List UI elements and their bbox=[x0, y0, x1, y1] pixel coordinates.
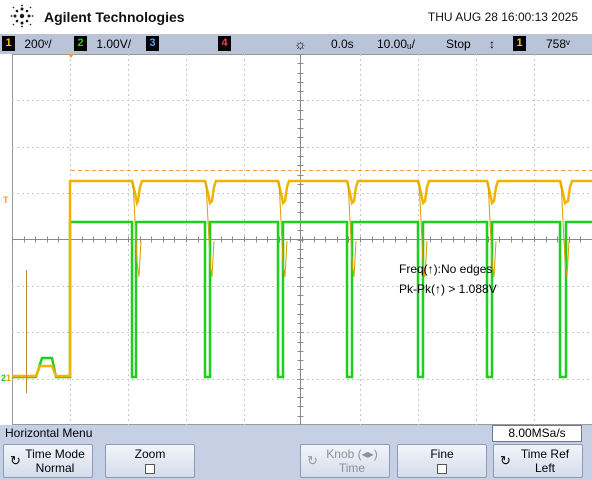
waveform-area: T 2 1 Freq(↑):No edges Pk-Pk(↑) > 1.088V bbox=[1, 54, 592, 426]
trigger-position-marker bbox=[68, 54, 74, 58]
menu-title-bar: Horizontal Menu 8.00MSa/s bbox=[0, 425, 592, 442]
trigger-slope-icon: ↕ bbox=[489, 37, 495, 51]
ch1-number: 1 bbox=[2, 36, 15, 51]
datetime: THU AUG 28 16:00:13 2025 bbox=[427, 10, 578, 24]
delay-sun-icon: ☼ bbox=[294, 36, 307, 52]
knob-softkey[interactable]: ↻ Knob (◂▸) Time bbox=[300, 444, 390, 478]
measurement-pkpk: Pk-Pk(↑) > 1.088V bbox=[399, 282, 497, 296]
ch1-scale: 200ᵛ/ bbox=[24, 37, 52, 51]
run-state[interactable]: Stop bbox=[446, 36, 471, 52]
ch4-number: 4 bbox=[218, 36, 231, 51]
time-ref-value: Left bbox=[534, 461, 555, 475]
ch1-waveform bbox=[12, 179, 592, 378]
brand-name: Agilent Technologies bbox=[44, 9, 185, 25]
ch2-scale: 1.00V/ bbox=[96, 37, 132, 51]
agilent-logo-icon bbox=[10, 4, 34, 28]
knob-label: Knob (◂▸) bbox=[326, 447, 378, 461]
ch2-status[interactable]: 2 1.00V/ bbox=[74, 36, 131, 52]
sample-rate: 8.00MSa/s bbox=[492, 425, 582, 442]
knob-value: Time bbox=[338, 461, 366, 475]
time-mode-label: Time Mode bbox=[25, 447, 85, 461]
header: Agilent Technologies THU AUG 28 16:00:13… bbox=[0, 0, 592, 34]
ch3-number: 3 bbox=[146, 36, 159, 51]
status-bar: 1 200ᵛ/ 2 1.00V/ 3 4 ☼ 0.0s 10.00ᵤ/ Stop… bbox=[0, 34, 592, 54]
ch2-number: 2 bbox=[74, 36, 87, 51]
trigger-source[interactable]: 1 bbox=[513, 36, 526, 52]
zoom-softkey[interactable]: Zoom bbox=[105, 444, 195, 478]
ch1-ground-marker: 1 bbox=[6, 373, 11, 383]
time-ref-softkey[interactable]: ↻ Time Ref Left bbox=[493, 444, 583, 478]
menu-title: Horizontal Menu bbox=[5, 426, 93, 440]
scope-display[interactable]: T 2 1 Freq(↑):No edges Pk-Pk(↑) > 1.088V bbox=[0, 54, 592, 426]
ch4-status[interactable]: 4 bbox=[218, 36, 231, 52]
ch3-status[interactable]: 3 bbox=[146, 36, 159, 52]
trigger-level: 758ᵛ bbox=[546, 37, 570, 51]
fine-label: Fine bbox=[430, 447, 454, 461]
time-mode-value: Normal bbox=[35, 461, 75, 475]
trigger-source-number: 1 bbox=[513, 36, 526, 51]
ch1-status[interactable]: 1 200ᵛ/ bbox=[2, 36, 52, 52]
ch1-marker: T bbox=[3, 195, 9, 205]
zoom-label: Zoom bbox=[134, 447, 166, 461]
softkey-bar: ↻ Time Mode Normal Zoom ↻ Knob (◂▸) Time… bbox=[0, 442, 592, 480]
fine-checkbox[interactable] bbox=[437, 463, 447, 474]
measurement-freq: Freq(↑):No edges bbox=[399, 262, 492, 276]
time-mode-softkey[interactable]: ↻ Time Mode Normal bbox=[3, 444, 93, 478]
fine-softkey[interactable]: Fine bbox=[397, 444, 487, 478]
ch2-waveform bbox=[12, 220, 592, 379]
time-ref-label: Time Ref bbox=[520, 447, 570, 461]
delay-value: 0.0s bbox=[331, 37, 354, 51]
timebase-value: 10.00ᵤ/ bbox=[377, 37, 415, 51]
zoom-checkbox[interactable] bbox=[145, 463, 155, 474]
